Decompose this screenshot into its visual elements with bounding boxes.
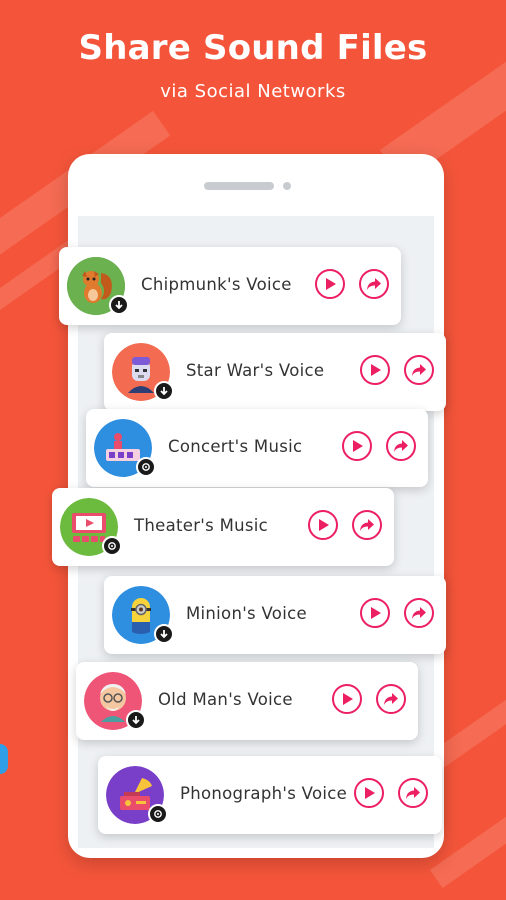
play-icon: [353, 440, 363, 452]
voice-label: Old Man's Voice: [158, 690, 293, 709]
voice-card-star-war[interactable]: Star War's Voice: [104, 333, 446, 411]
blue-decoration: [0, 744, 8, 774]
share-button[interactable]: [404, 355, 434, 385]
share-button[interactable]: [398, 778, 428, 808]
share-arrow-icon: [394, 440, 408, 452]
share-button[interactable]: [359, 269, 389, 299]
share-arrow-icon: [367, 278, 381, 290]
play-icon: [371, 364, 381, 376]
share-arrow-icon: [406, 787, 420, 799]
share-arrow-icon: [412, 364, 426, 376]
play-icon: [365, 787, 375, 799]
voice-card-minion[interactable]: Minion's Voice: [104, 576, 446, 654]
play-icon: [343, 693, 353, 705]
play-icon: [326, 278, 336, 290]
share-button[interactable]: [404, 598, 434, 628]
play-button[interactable]: [332, 684, 362, 714]
play-button[interactable]: [354, 778, 384, 808]
voice-card-old-man[interactable]: Old Man's Voice: [76, 662, 418, 740]
voice-card-phonograph[interactable]: Phonograph's Voice: [98, 756, 442, 834]
share-badge-icon: [148, 804, 168, 824]
voice-label: Concert's Music: [168, 437, 303, 456]
download-icon: [109, 295, 129, 315]
download-icon: [154, 624, 174, 644]
share-arrow-icon: [384, 693, 398, 705]
play-button[interactable]: [315, 269, 345, 299]
play-button[interactable]: [342, 431, 372, 461]
share-arrow-icon: [412, 607, 426, 619]
phone-speaker: [204, 182, 274, 190]
share-button[interactable]: [352, 510, 382, 540]
voice-label: Theater's Music: [134, 516, 269, 535]
download-icon: [154, 381, 174, 401]
share-badge-icon: [102, 536, 122, 556]
play-button[interactable]: [360, 355, 390, 385]
share-arrow-icon: [360, 519, 374, 531]
voice-label: Star War's Voice: [186, 361, 325, 380]
page-title: Share Sound Files: [78, 28, 428, 68]
play-button[interactable]: [308, 510, 338, 540]
voice-card-theater[interactable]: Theater's Music: [52, 488, 394, 566]
play-icon: [371, 607, 381, 619]
voice-label: Minion's Voice: [186, 604, 307, 623]
voice-card-chipmunk[interactable]: Chipmunk's Voice: [59, 247, 401, 325]
play-button[interactable]: [360, 598, 390, 628]
voice-label: Chipmunk's Voice: [141, 275, 292, 294]
play-icon: [319, 519, 329, 531]
share-button[interactable]: [376, 684, 406, 714]
phone-camera: [283, 182, 291, 190]
download-icon: [126, 710, 146, 730]
share-badge-icon: [136, 457, 156, 477]
voice-card-concert[interactable]: Concert's Music: [86, 409, 428, 487]
share-button[interactable]: [386, 431, 416, 461]
page-subtitle: via Social Networks: [160, 81, 346, 102]
voice-label: Phonograph's Voice: [180, 784, 348, 803]
